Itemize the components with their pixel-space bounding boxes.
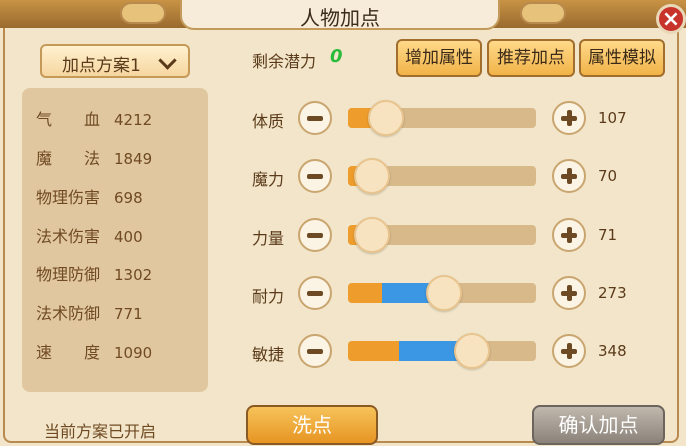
potential-label: 剩余潜力 bbox=[252, 52, 317, 71]
stat-value: 1302 bbox=[114, 266, 153, 284]
minus-icon bbox=[307, 349, 323, 354]
window-title: 人物加点 bbox=[300, 6, 380, 30]
stat-row-magic-damage: 法术伤害 400 bbox=[36, 223, 143, 247]
attribute-value-strength: 71 bbox=[598, 226, 618, 244]
confirm-points-button[interactable]: 确认加点 bbox=[532, 405, 665, 445]
stat-row-magic-defense: 法术防御 771 bbox=[36, 300, 143, 324]
attribute-value-agility: 348 bbox=[598, 342, 627, 360]
slider-knob[interactable] bbox=[354, 158, 390, 194]
base-fill bbox=[348, 283, 382, 303]
attribute-label-strength: 力量 bbox=[252, 229, 285, 248]
stat-label: 法术防御 bbox=[36, 304, 101, 323]
agility-slider-track[interactable] bbox=[348, 333, 536, 369]
increase-magic-button[interactable] bbox=[552, 159, 586, 193]
decrease-strength-button[interactable] bbox=[298, 218, 332, 252]
attribute-label-constitution: 体质 bbox=[252, 112, 285, 131]
slider-knob[interactable] bbox=[426, 275, 462, 311]
increase-strength-button[interactable] bbox=[552, 218, 586, 252]
magic-slider-track[interactable] bbox=[348, 158, 536, 194]
stat-label: 魔 法 bbox=[36, 149, 101, 168]
base-fill bbox=[348, 341, 399, 361]
increase-agility-button[interactable] bbox=[552, 334, 586, 368]
attribute-value-endurance: 273 bbox=[598, 284, 627, 302]
minus-icon bbox=[307, 291, 323, 296]
stat-row-physical-damage: 物理伤害 698 bbox=[36, 184, 143, 208]
slider-knob[interactable] bbox=[368, 100, 404, 136]
stat-row-mp: 魔 法 1849 bbox=[36, 145, 152, 169]
plan-status-text: 当前方案已开启 bbox=[44, 422, 157, 441]
decrease-constitution-button[interactable] bbox=[298, 101, 332, 135]
slider-knob[interactable] bbox=[354, 217, 390, 253]
attribute-panel: 人物加点 × 加点方案1 气 血 4212 魔 法 1849 物理伤害 698 法术伤… bbox=[0, 0, 686, 446]
cloud-ornament-left-icon bbox=[120, 2, 166, 24]
endurance-slider-track[interactable] bbox=[348, 275, 536, 311]
attribute-label-agility: 敏捷 bbox=[252, 345, 285, 364]
chevron-down-icon bbox=[158, 51, 177, 70]
constitution-slider-track[interactable] bbox=[348, 100, 536, 136]
close-button[interactable]: × bbox=[656, 4, 686, 34]
attribute-label-endurance: 耐力 bbox=[252, 287, 285, 306]
recommend-points-button[interactable]: 推荐加点 bbox=[487, 39, 575, 77]
strength-slider-track[interactable] bbox=[348, 217, 536, 253]
attribute-value-magic: 70 bbox=[598, 167, 618, 185]
stat-value: 1849 bbox=[114, 150, 153, 168]
stat-label: 物理伤害 bbox=[36, 188, 101, 207]
stat-value: 771 bbox=[114, 305, 143, 323]
stat-row-hp: 气 血 4212 bbox=[36, 106, 152, 130]
increase-endurance-button[interactable] bbox=[552, 276, 586, 310]
stat-row-physical-defense: 物理防御 1302 bbox=[36, 261, 152, 285]
attribute-label-magic: 魔力 bbox=[252, 170, 285, 189]
stat-value: 400 bbox=[114, 228, 143, 246]
stat-label: 法术伤害 bbox=[36, 227, 101, 246]
slider-knob[interactable] bbox=[454, 333, 490, 369]
potential-value: 0 bbox=[330, 46, 343, 67]
attribute-value-constitution: 107 bbox=[598, 109, 627, 127]
stat-value: 1090 bbox=[114, 344, 153, 362]
simulate-attributes-button[interactable]: 属性模拟 bbox=[579, 39, 665, 77]
decrease-agility-button[interactable] bbox=[298, 334, 332, 368]
decrease-magic-button[interactable] bbox=[298, 159, 332, 193]
stats-panel: 气 血 4212 魔 法 1849 物理伤害 698 法术伤害 400 物理防御 1302… bbox=[22, 88, 208, 392]
stat-label: 速 度 bbox=[36, 343, 101, 362]
wash-points-button[interactable]: 洗点 bbox=[246, 405, 378, 445]
stat-value: 698 bbox=[114, 189, 143, 207]
minus-icon bbox=[307, 233, 323, 238]
plan-dropdown-label: 加点方案1 bbox=[62, 56, 141, 76]
stat-label: 物理防御 bbox=[36, 265, 101, 284]
decrease-endurance-button[interactable] bbox=[298, 276, 332, 310]
cloud-ornament-right-icon bbox=[520, 2, 566, 24]
title-plate: 人物加点 bbox=[180, 0, 500, 30]
plan-dropdown[interactable]: 加点方案1 bbox=[40, 44, 190, 78]
minus-icon bbox=[307, 116, 323, 121]
stat-label: 气 血 bbox=[36, 110, 101, 129]
minus-icon bbox=[307, 174, 323, 179]
add-attribute-button[interactable]: 增加属性 bbox=[396, 39, 482, 77]
stat-row-speed: 速 度 1090 bbox=[36, 339, 152, 363]
stat-value: 4212 bbox=[114, 111, 153, 129]
increase-constitution-button[interactable] bbox=[552, 101, 586, 135]
